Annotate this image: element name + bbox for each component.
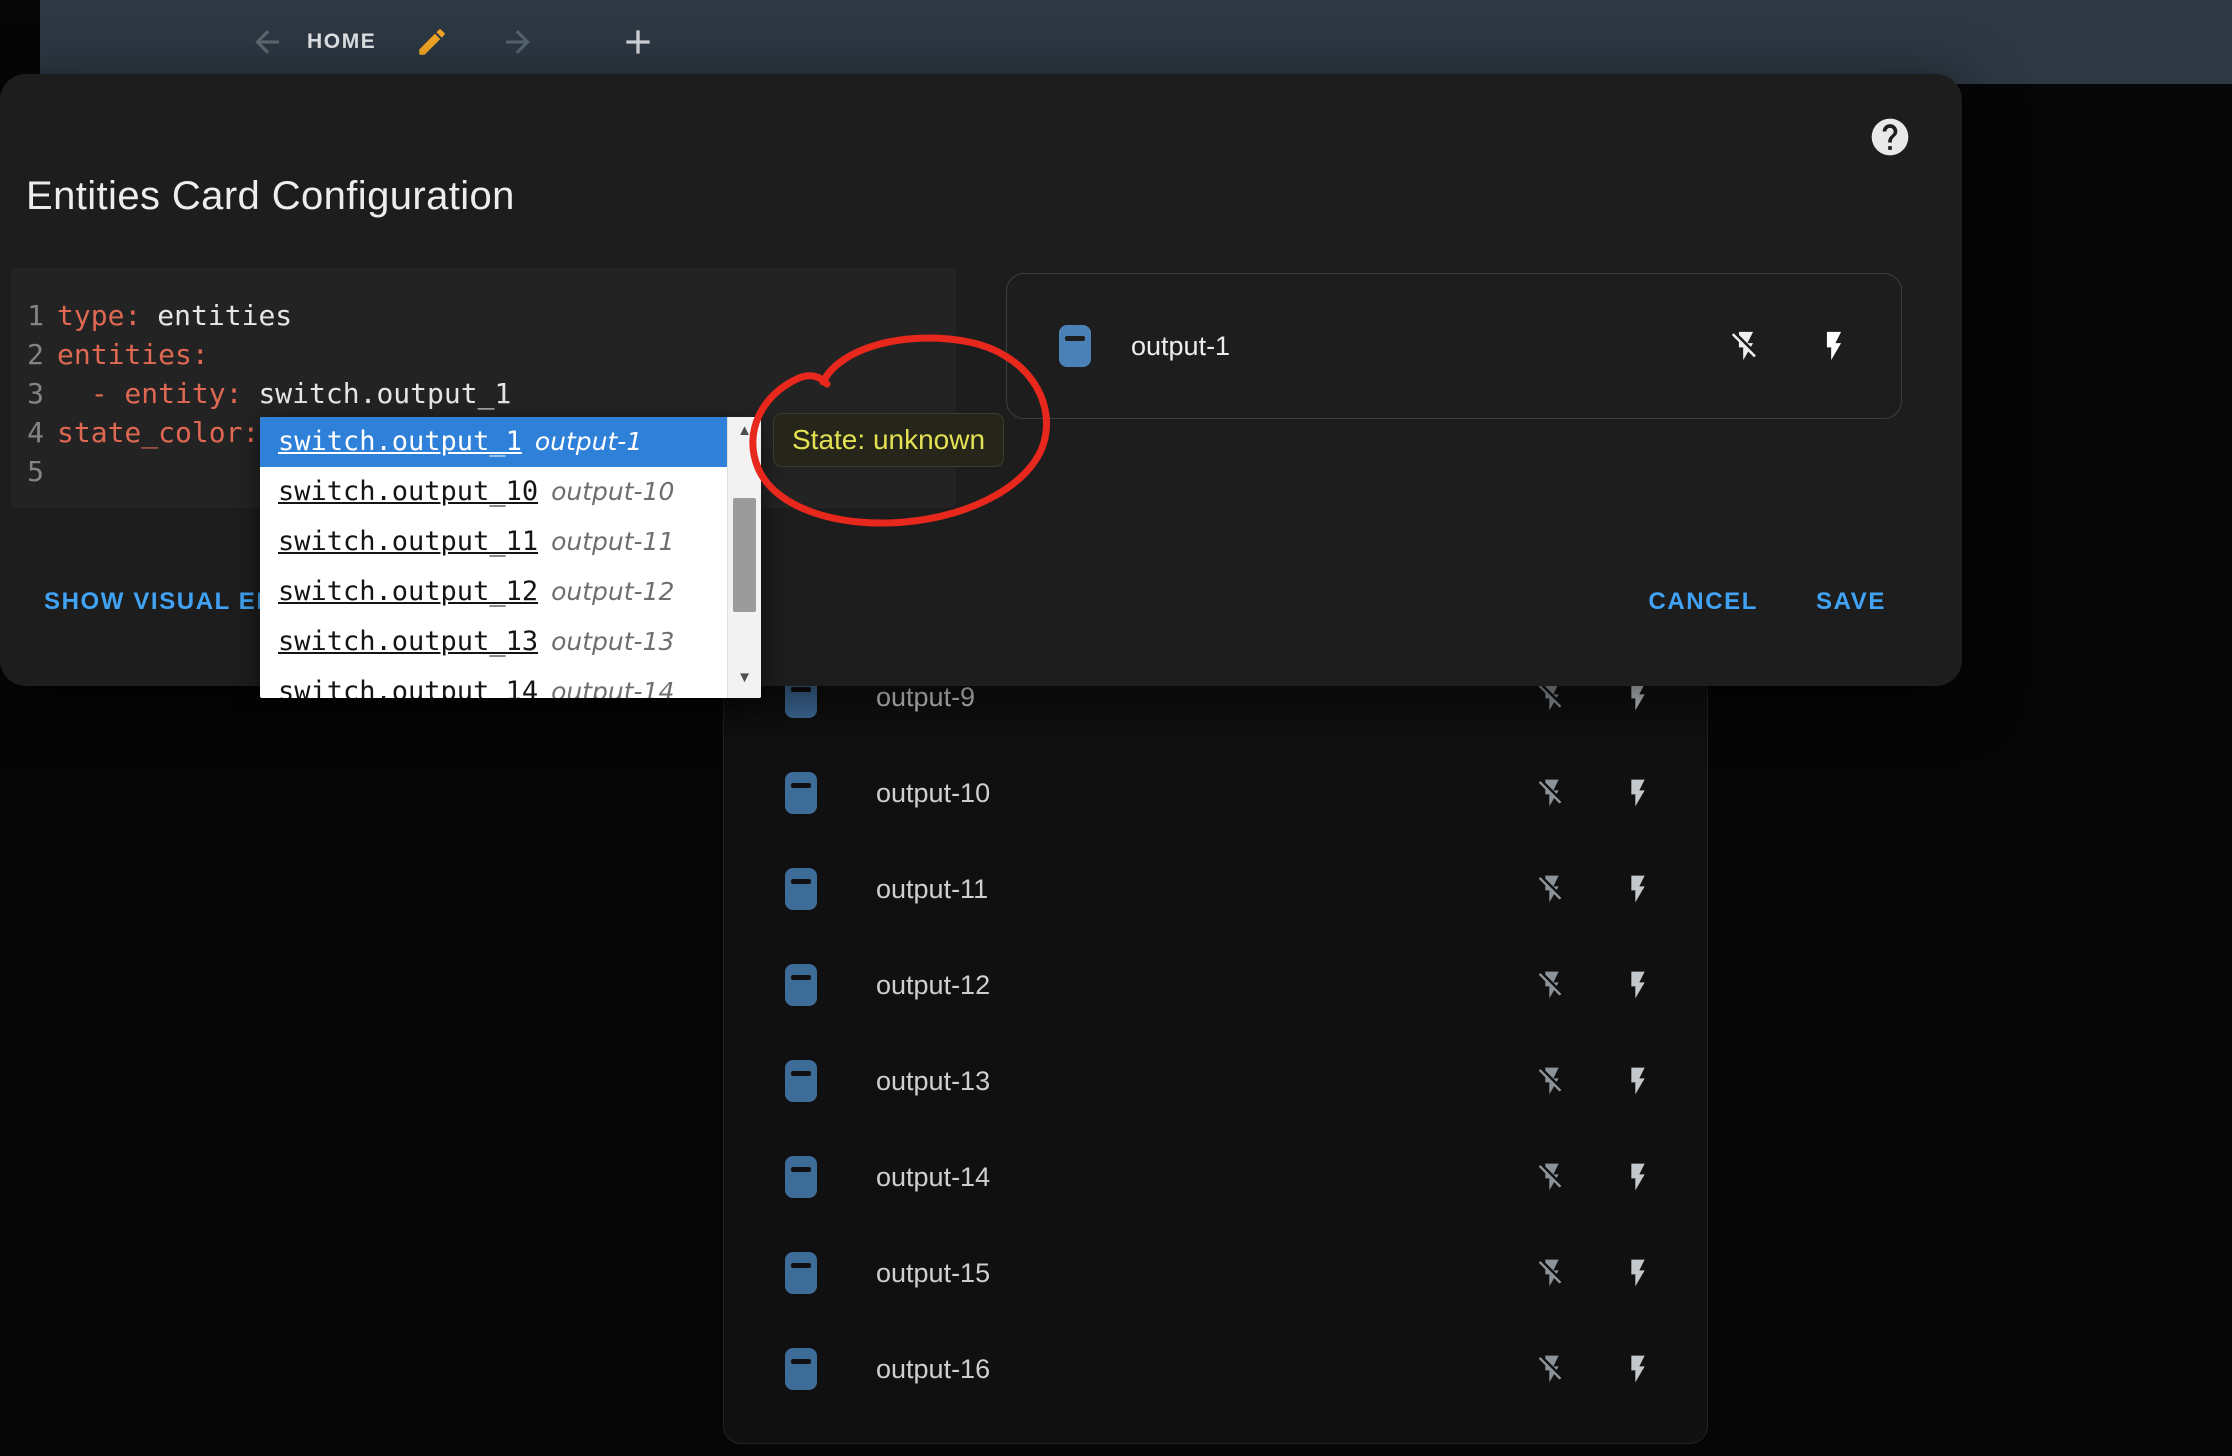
back-arrow-icon[interactable]: [247, 22, 287, 62]
switch-entity-icon: [785, 1252, 817, 1294]
entity-row: output-12: [724, 937, 1707, 1033]
entity-name: output-9: [876, 682, 975, 713]
autocomplete-option[interactable]: switch.output_11 output-11: [260, 517, 727, 567]
entity-id: switch.output_13: [278, 626, 538, 657]
flash-off-icon: [1536, 969, 1568, 1001]
entity-name: output-10: [876, 778, 990, 809]
tab-home[interactable]: HOME: [307, 0, 376, 84]
entity-friendly-name: output-14: [551, 677, 674, 698]
yaml-key: state_color:: [57, 413, 259, 452]
line-number: 3: [11, 374, 57, 413]
entity-friendly-name: output-1: [535, 427, 642, 456]
entity-name: output-11: [876, 874, 988, 905]
app-header: HOME: [40, 0, 2232, 84]
line-number: 4: [11, 413, 57, 452]
autocomplete-option[interactable]: switch.output_1 output-1: [260, 417, 727, 467]
autocomplete-option[interactable]: switch.output_14 output-14: [260, 667, 727, 698]
entity-friendly-name: output-11: [551, 527, 674, 556]
flash-icon: [1622, 777, 1654, 809]
help-icon[interactable]: [1868, 115, 1912, 159]
switch-entity-icon: [1059, 325, 1091, 367]
save-button[interactable]: SAVE: [1816, 588, 1886, 616]
state-tooltip: State: unknown: [773, 413, 1004, 467]
switch-entity-icon: [785, 772, 817, 814]
flash-icon: [1622, 969, 1654, 1001]
code-line: 1 type: entities: [11, 296, 956, 335]
entities-card-background: output-9 output-10 output-11 output-12 o…: [723, 640, 1708, 1444]
entity-id: switch.output_11: [278, 526, 538, 557]
flash-off-icon: [1536, 1161, 1568, 1193]
switch-entity-icon: [785, 868, 817, 910]
entity-row: output-11: [724, 841, 1707, 937]
entity-name: output-15: [876, 1258, 990, 1289]
autocomplete-option[interactable]: switch.output_10 output-10: [260, 467, 727, 517]
switch-entity-icon: [785, 1348, 817, 1390]
line-number: 5: [11, 452, 57, 491]
autocomplete-option[interactable]: switch.output_12 output-12: [260, 567, 727, 617]
flash-icon: [1622, 1161, 1654, 1193]
flash-off-icon: [1536, 873, 1568, 905]
flash-icon: [1622, 1065, 1654, 1097]
edit-pencil-icon[interactable]: [412, 22, 452, 62]
yaml-key: entities:: [57, 335, 209, 374]
entity-id: switch.output_12: [278, 576, 538, 607]
entity-name: output-16: [876, 1354, 990, 1385]
flash-icon: [1622, 1257, 1654, 1289]
flash-off-icon: [1536, 777, 1568, 809]
forward-arrow-icon[interactable]: [498, 22, 538, 62]
autocomplete-option[interactable]: switch.output_13 output-13: [260, 617, 727, 667]
line-number: 2: [11, 335, 57, 374]
add-tab-icon[interactable]: [618, 22, 658, 62]
code-line: 2 entities:: [11, 335, 956, 374]
yaml-key: type:: [57, 296, 141, 335]
preview-entity-row: output-1: [1007, 274, 1901, 418]
yaml-key: - entity:: [57, 374, 242, 413]
entity-row: output-16: [724, 1321, 1707, 1417]
switch-entity-icon: [785, 1156, 817, 1198]
scroll-down-icon[interactable]: ▼: [728, 668, 761, 688]
line-number: 1: [11, 296, 57, 335]
flash-off-icon: [1536, 1257, 1568, 1289]
flash-icon: [1622, 1353, 1654, 1385]
flash-icon[interactable]: [1817, 329, 1851, 363]
code-line: 3 - entity: switch.output_1: [11, 374, 956, 413]
scroll-up-icon[interactable]: ▲: [728, 421, 761, 441]
entity-id: switch.output_1: [278, 426, 522, 457]
entity-friendly-name: output-10: [551, 477, 674, 506]
entity-row: output-13: [724, 1033, 1707, 1129]
entity-id: switch.output_10: [278, 476, 538, 507]
entity-name: output-13: [876, 1066, 990, 1097]
entity-autocomplete-dropdown: switch.output_1 output-1 switch.output_10…: [260, 417, 761, 698]
flash-off-icon: [1536, 1065, 1568, 1097]
dropdown-scrollbar[interactable]: ▲ ▼: [727, 417, 761, 698]
entity-name: output-14: [876, 1162, 990, 1193]
card-preview: output-1: [1006, 273, 1902, 419]
entity-row: output-15: [724, 1225, 1707, 1321]
scrollbar-thumb[interactable]: [733, 498, 756, 612]
entity-name: output-12: [876, 970, 990, 1001]
entity-friendly-name: output-13: [551, 627, 674, 656]
entity-friendly-name: output-12: [551, 577, 674, 606]
yaml-value: entities: [157, 296, 292, 335]
dialog-title: Entities Card Configuration: [26, 174, 515, 219]
switch-entity-icon: [785, 964, 817, 1006]
entity-row: output-10: [724, 745, 1707, 841]
tab-home-label: HOME: [307, 30, 376, 54]
flash-icon: [1622, 873, 1654, 905]
flash-off-icon: [1536, 1353, 1568, 1385]
yaml-value: switch.output_1: [258, 374, 511, 413]
dialog-action-buttons: CANCEL SAVE: [1648, 588, 1886, 616]
flash-off-icon[interactable]: [1729, 329, 1763, 363]
preview-entity-name: output-1: [1131, 331, 1230, 362]
cancel-button[interactable]: CANCEL: [1648, 588, 1758, 616]
entity-id: switch.output_14: [278, 676, 538, 698]
entity-row: output-14: [724, 1129, 1707, 1225]
switch-entity-icon: [785, 1060, 817, 1102]
